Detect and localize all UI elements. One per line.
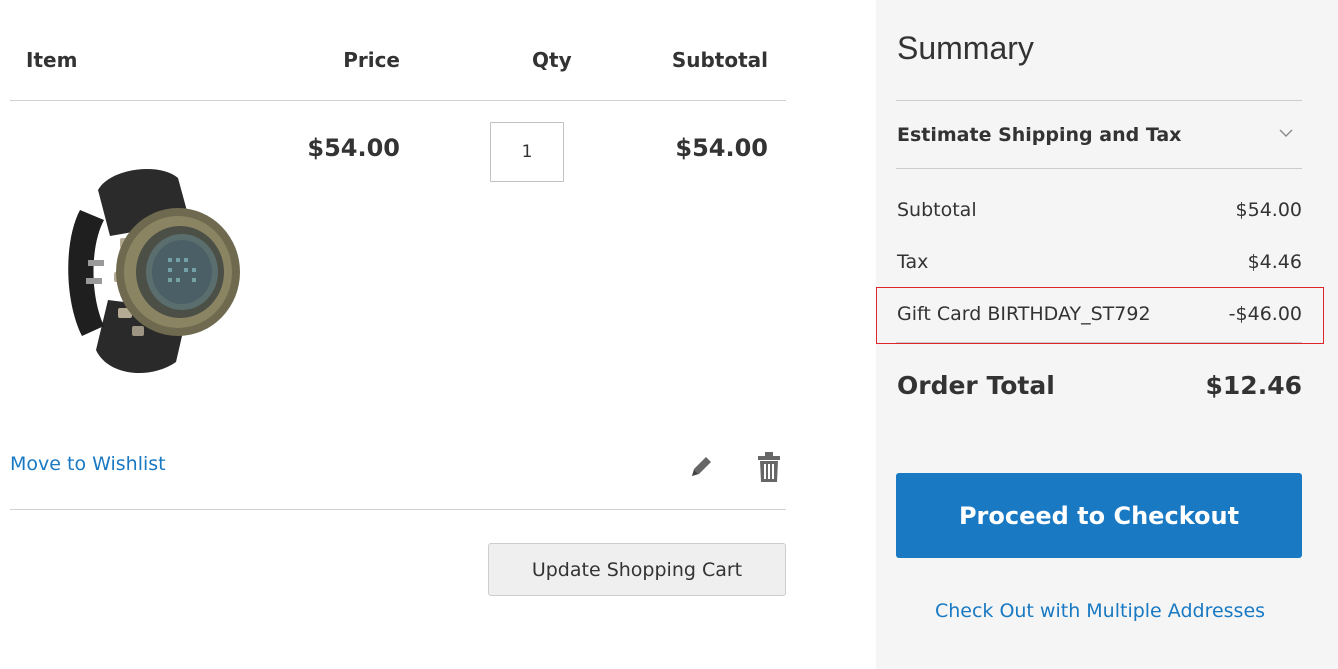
order-summary: Summary Estimate Shipping and Tax Subtot… bbox=[876, 0, 1338, 669]
move-to-wishlist-link[interactable]: Move to Wishlist bbox=[10, 453, 166, 475]
cart-table: Item Price Qty Subtotal $54.00 $54.0 bbox=[10, 0, 786, 669]
column-header-subtotal: Subtotal bbox=[671, 48, 768, 72]
column-header-qty: Qty bbox=[532, 48, 572, 72]
update-shopping-cart-button[interactable]: Update Shopping Cart bbox=[488, 543, 786, 596]
proceed-to-checkout-button[interactable]: Proceed to Checkout bbox=[896, 473, 1302, 558]
cart-divider bbox=[10, 509, 786, 510]
order-total-value: $12.46 bbox=[1205, 371, 1302, 400]
column-header-item: Item bbox=[26, 48, 78, 72]
multiple-addresses-link[interactable]: Check Out with Multiple Addresses bbox=[876, 600, 1324, 622]
subtotal-value: $54.00 bbox=[1235, 199, 1302, 221]
trash-icon[interactable] bbox=[754, 450, 784, 484]
estimate-shipping-label: Estimate Shipping and Tax bbox=[897, 124, 1182, 146]
chevron-down-icon bbox=[1279, 129, 1293, 137]
product-image-watch[interactable] bbox=[50, 150, 250, 390]
summary-divider bbox=[896, 168, 1302, 169]
gift-card-label: Gift Card BIRTHDAY_ST792 bbox=[897, 303, 1151, 325]
summary-title: Summary bbox=[897, 30, 1034, 66]
qty-input[interactable] bbox=[490, 122, 564, 182]
estimate-shipping-toggle[interactable]: Estimate Shipping and Tax bbox=[896, 101, 1302, 168]
tax-value: $4.46 bbox=[1247, 251, 1302, 273]
cart-header-row: Item Price Qty Subtotal bbox=[10, 0, 786, 101]
subtotal-label: Subtotal bbox=[897, 199, 977, 221]
pencil-icon[interactable] bbox=[686, 452, 716, 482]
column-header-price: Price bbox=[343, 48, 400, 72]
gift-card-value: -$46.00 bbox=[1228, 303, 1302, 325]
item-subtotal: $54.00 bbox=[675, 134, 768, 162]
summary-divider bbox=[896, 342, 1302, 343]
order-total-label: Order Total bbox=[897, 371, 1055, 400]
tax-label: Tax bbox=[897, 251, 929, 273]
item-price: $54.00 bbox=[307, 134, 400, 162]
